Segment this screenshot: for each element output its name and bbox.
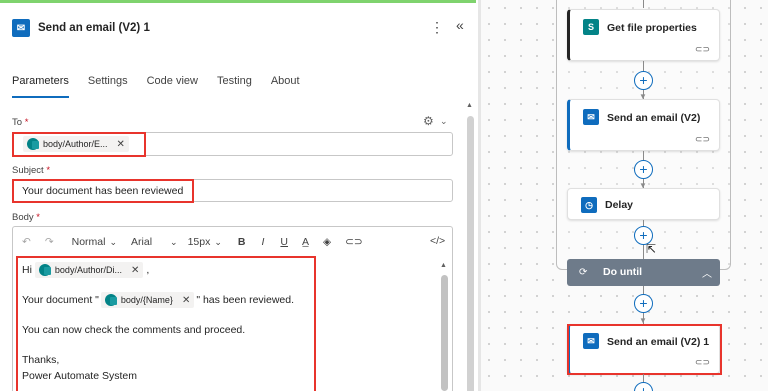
do-until-block[interactable]: ⟳ Do until ︿ (567, 259, 720, 286)
tab-code-view[interactable]: Code view (147, 75, 198, 98)
highlight-box (12, 179, 194, 203)
outlook-icon: ✉ (583, 109, 599, 125)
add-action-button[interactable]: + (634, 160, 653, 179)
highlight-box (567, 324, 722, 375)
tab-parameters[interactable]: Parameters (12, 75, 69, 98)
tab-about[interactable]: About (271, 75, 300, 98)
collapse-panel-icon[interactable]: « (456, 17, 464, 33)
loop-icon: ⟳ (579, 267, 588, 278)
body-label: Body * (12, 212, 40, 223)
add-action-button[interactable]: + (634, 294, 653, 313)
card-get-file-properties[interactable]: S Get file properties ⊂⊃ (567, 9, 720, 61)
add-action-button[interactable]: + (634, 71, 653, 90)
font-size-dropdown[interactable]: 15px ⌄ (188, 236, 222, 248)
chevron-down-icon: ⌄ (109, 236, 118, 247)
mouse-cursor-icon: ⇱ (646, 242, 657, 256)
tab-settings[interactable]: Settings (88, 75, 128, 98)
chevron-down-icon: ⌄ (214, 236, 222, 247)
chevron-down-icon[interactable]: ⌄ (440, 116, 448, 127)
to-label: To * (12, 117, 29, 128)
gear-icon[interactable]: ⚙ (423, 114, 434, 128)
card-delay[interactable]: ◷ Delay (567, 188, 720, 220)
italic-button[interactable]: I (262, 236, 265, 248)
underline-button[interactable]: U (280, 236, 288, 248)
link-icon[interactable]: ⊂⊃ (345, 236, 363, 248)
connector-line (643, 0, 644, 8)
panel-tabs: Parameters Settings Code view Testing Ab… (12, 75, 319, 98)
font-dropdown[interactable]: Arial ⌄ (131, 236, 178, 248)
body-scroll-up-icon[interactable]: ▲ (440, 262, 447, 269)
scroll-up-arrow-icon[interactable]: ▲ (466, 102, 473, 109)
font-color-icon[interactable]: A̲ (302, 236, 309, 248)
link-icon: ⊂⊃ (694, 44, 710, 54)
highlight-box (16, 256, 316, 391)
panel-title: Send an email (V2) 1 (38, 22, 150, 34)
code-view-icon[interactable]: </> (430, 235, 445, 247)
outlook-icon: ✉ (12, 19, 30, 37)
more-options-icon[interactable]: ⋮ (430, 19, 444, 36)
tab-testing[interactable]: Testing (217, 75, 252, 98)
subject-label: Subject * (12, 165, 51, 176)
editor-toolbar: ↶ ↷ Normal ⌄ Arial ⌄ 15px ⌄ B I U A̲ ◈ ⊂⊃ (22, 234, 377, 250)
timer-icon: ◷ (581, 197, 597, 213)
card-send-email-v2[interactable]: ✉ Send an email (V2) ⊂⊃ (567, 99, 720, 151)
format-dropdown[interactable]: Normal ⌄ (72, 236, 117, 248)
highlight-color-icon[interactable]: ◈ (323, 236, 331, 248)
panel-header: ✉ Send an email (V2) 1 (12, 19, 150, 37)
undo-icon[interactable]: ↶ (22, 236, 31, 248)
link-icon: ⊂⊃ (694, 134, 710, 144)
redo-icon[interactable]: ↷ (45, 236, 54, 248)
highlight-box (12, 132, 146, 157)
chevron-down-icon: ⌄ (170, 236, 178, 247)
bold-button[interactable]: B (238, 236, 246, 248)
body-scrollbar[interactable] (441, 275, 448, 391)
sharepoint-icon: S (583, 19, 599, 35)
panel-scrollbar[interactable] (467, 116, 474, 391)
chevron-up-icon[interactable]: ︿ (702, 265, 712, 280)
